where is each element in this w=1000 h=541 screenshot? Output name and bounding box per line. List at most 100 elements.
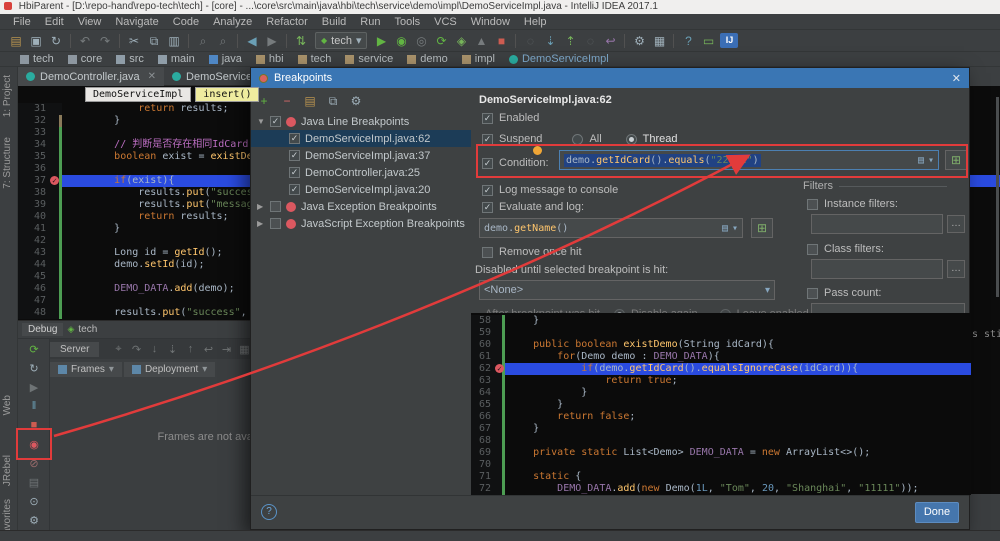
tree-item-democontroller-java-25[interactable]: ✓DemoController.java:25 xyxy=(251,164,471,181)
duplicate-icon[interactable]: ⧉ xyxy=(326,94,340,109)
line-number[interactable]: 62✓ xyxy=(471,363,505,375)
tree-item-demoserviceimpl-java-37[interactable]: ✓DemoServiceImpl.java:37 xyxy=(251,147,471,164)
back-icon[interactable]: ◀ xyxy=(242,32,262,50)
shelve-icon[interactable]: ◌ xyxy=(580,32,600,50)
line-number[interactable]: 36 xyxy=(18,163,62,175)
mute-breakpoints-icon[interactable]: ⊘ xyxy=(18,457,50,470)
line-number[interactable]: 44 xyxy=(18,259,62,271)
group-checkbox[interactable] xyxy=(270,201,281,212)
menu-view[interactable]: View xyxy=(71,14,109,29)
line-number[interactable]: 58 xyxy=(471,315,505,327)
update-application-icon[interactable]: ⟳ xyxy=(431,32,451,50)
editor-tab-democontroller-java[interactable]: DemoController.java✕ xyxy=(18,67,164,86)
window-titlebar[interactable]: HbiParent - [D:\repo-hand\repo-tech\tech… xyxy=(0,0,1000,14)
line-number[interactable]: 72 xyxy=(471,483,505,495)
done-button[interactable]: Done xyxy=(915,502,959,523)
breakpoint-checkbox[interactable]: ✓ xyxy=(289,133,300,144)
class-filters-browse-button[interactable]: … xyxy=(947,260,965,278)
breakpoint-source-preview[interactable]: 58 }5960 public boolean existDemo(String… xyxy=(471,313,971,495)
line-number[interactable]: 61 xyxy=(471,351,505,363)
restore-layout-icon[interactable]: ▤ xyxy=(18,476,50,489)
tree-group-java-exception-breakpoints[interactable]: ▶Java Exception Breakpoints xyxy=(251,198,471,215)
expand-icon[interactable]: ▶ xyxy=(257,202,265,211)
dialog-titlebar[interactable]: Breakpoints ✕ xyxy=(251,68,969,88)
project-structure-icon[interactable]: ▦ xyxy=(649,32,669,50)
step-out-icon[interactable]: ↑ xyxy=(181,343,199,356)
expand-icon[interactable]: ▶ xyxy=(257,219,265,228)
disabled-until-select[interactable]: <None> ▾ xyxy=(479,280,775,300)
line-number[interactable]: 67 xyxy=(471,423,505,435)
class-filters-input[interactable] xyxy=(811,259,943,279)
tool-window-button-web[interactable]: Web xyxy=(2,395,13,415)
vcs-update-icon[interactable]: ⇣ xyxy=(540,32,560,50)
remove-once-checkbox[interactable] xyxy=(482,247,493,258)
breakpoint-icon[interactable]: ✓ xyxy=(50,176,59,185)
tree-group-javascript-exception-breakpoints[interactable]: ▶JavaScript Exception Breakpoints xyxy=(251,215,471,232)
history-icon[interactable]: ▤ xyxy=(722,223,728,234)
suspend-thread-radio[interactable] xyxy=(626,134,637,145)
tool-window-button-project[interactable]: 1: Project xyxy=(2,75,13,117)
pin-icon[interactable]: ⊙ xyxy=(18,495,50,508)
close-icon[interactable]: ✕ xyxy=(952,72,961,85)
stop-icon[interactable]: ■ xyxy=(491,32,511,50)
view-breakpoints-icon[interactable]: ◉ xyxy=(18,438,50,451)
menu-run[interactable]: Run xyxy=(353,14,387,29)
replace-icon[interactable]: ⌕ xyxy=(213,32,233,50)
remove-breakpoint-icon[interactable]: − xyxy=(280,94,294,108)
breadcrumb-core[interactable]: core xyxy=(68,53,102,65)
menu-tools[interactable]: Tools xyxy=(387,14,427,29)
selector-icon[interactable]: ⇅ xyxy=(291,32,311,50)
collapse-icon[interactable]: ▼ xyxy=(257,117,265,126)
group-by-icon[interactable]: ▤ xyxy=(303,94,317,108)
line-number[interactable]: 34 xyxy=(18,139,62,151)
forward-icon[interactable]: ▶ xyxy=(262,32,282,50)
view-tab-deployment[interactable]: Deployment▾ xyxy=(124,362,215,377)
evaluate-checkbox[interactable]: ✓ xyxy=(482,202,493,213)
line-number[interactable]: 69 xyxy=(471,447,505,459)
breadcrumb-impl[interactable]: impl xyxy=(462,53,495,65)
line-number[interactable]: 33 xyxy=(18,127,62,139)
settings-icon[interactable]: ⚙ xyxy=(349,94,363,108)
attach-icon[interactable]: ▲ xyxy=(471,32,491,50)
menu-build[interactable]: Build xyxy=(315,14,353,29)
breadcrumb-tech[interactable]: tech xyxy=(298,53,332,65)
line-number[interactable]: 64 xyxy=(471,387,505,399)
line-number[interactable]: 70 xyxy=(471,459,505,471)
breakpoint-icon[interactable]: ✓ xyxy=(495,364,504,373)
coverage-icon[interactable]: ◎ xyxy=(411,32,431,50)
class-filters-checkbox[interactable] xyxy=(807,244,818,255)
line-number[interactable]: 39 xyxy=(18,199,62,211)
refresh-icon[interactable]: ↻ xyxy=(18,362,50,375)
breadcrumb-demo[interactable]: demo xyxy=(407,53,448,65)
undo-icon[interactable]: ↶ xyxy=(75,32,95,50)
tool-window-button-structure[interactable]: 7: Structure xyxy=(2,137,13,189)
line-number[interactable]: 68 xyxy=(471,435,505,447)
chevron-down-icon[interactable]: ▾ xyxy=(928,155,934,166)
save-icon[interactable]: ▣ xyxy=(26,32,46,50)
step-over-icon[interactable]: ↷ xyxy=(127,343,145,356)
line-number[interactable]: 65 xyxy=(471,399,505,411)
view-tab-frames[interactable]: Frames▾ xyxy=(50,362,122,377)
rerun-icon[interactable]: ⟳ xyxy=(18,343,50,356)
history-icon[interactable]: ▤ xyxy=(918,155,924,166)
breakpoint-checkbox[interactable]: ✓ xyxy=(289,184,300,195)
breadcrumb-java[interactable]: java xyxy=(209,53,242,65)
line-number[interactable]: 40 xyxy=(18,211,62,223)
breadcrumb-service[interactable]: service xyxy=(345,53,393,65)
instance-filters-browse-button[interactable]: … xyxy=(947,215,965,233)
line-number[interactable]: 46 xyxy=(18,283,62,295)
pause-icon[interactable]: ‖ xyxy=(18,400,50,412)
line-number[interactable]: 35 xyxy=(18,151,62,163)
chevron-down-icon[interactable]: ▾ xyxy=(732,223,738,234)
vcs-commit-icon[interactable]: ⇡ xyxy=(560,32,580,50)
tree-group-java-line-breakpoints[interactable]: ▼✓Java Line Breakpoints xyxy=(251,113,471,130)
line-number[interactable]: 71 xyxy=(471,471,505,483)
menu-analyze[interactable]: Analyze xyxy=(206,14,259,29)
condition-input[interactable]: demo.getIdCard().equals("22222") ▤ ▾ xyxy=(559,150,939,170)
find-icon[interactable]: ⌕ xyxy=(193,32,213,50)
run-config-combo[interactable]: ◆tech▾ xyxy=(315,32,367,49)
suspend-all-radio[interactable] xyxy=(572,134,583,145)
settings-gear-icon[interactable]: ⚙ xyxy=(18,514,50,527)
group-checkbox[interactable]: ✓ xyxy=(270,116,281,127)
force-step-into-icon[interactable]: ⇣ xyxy=(163,343,181,356)
